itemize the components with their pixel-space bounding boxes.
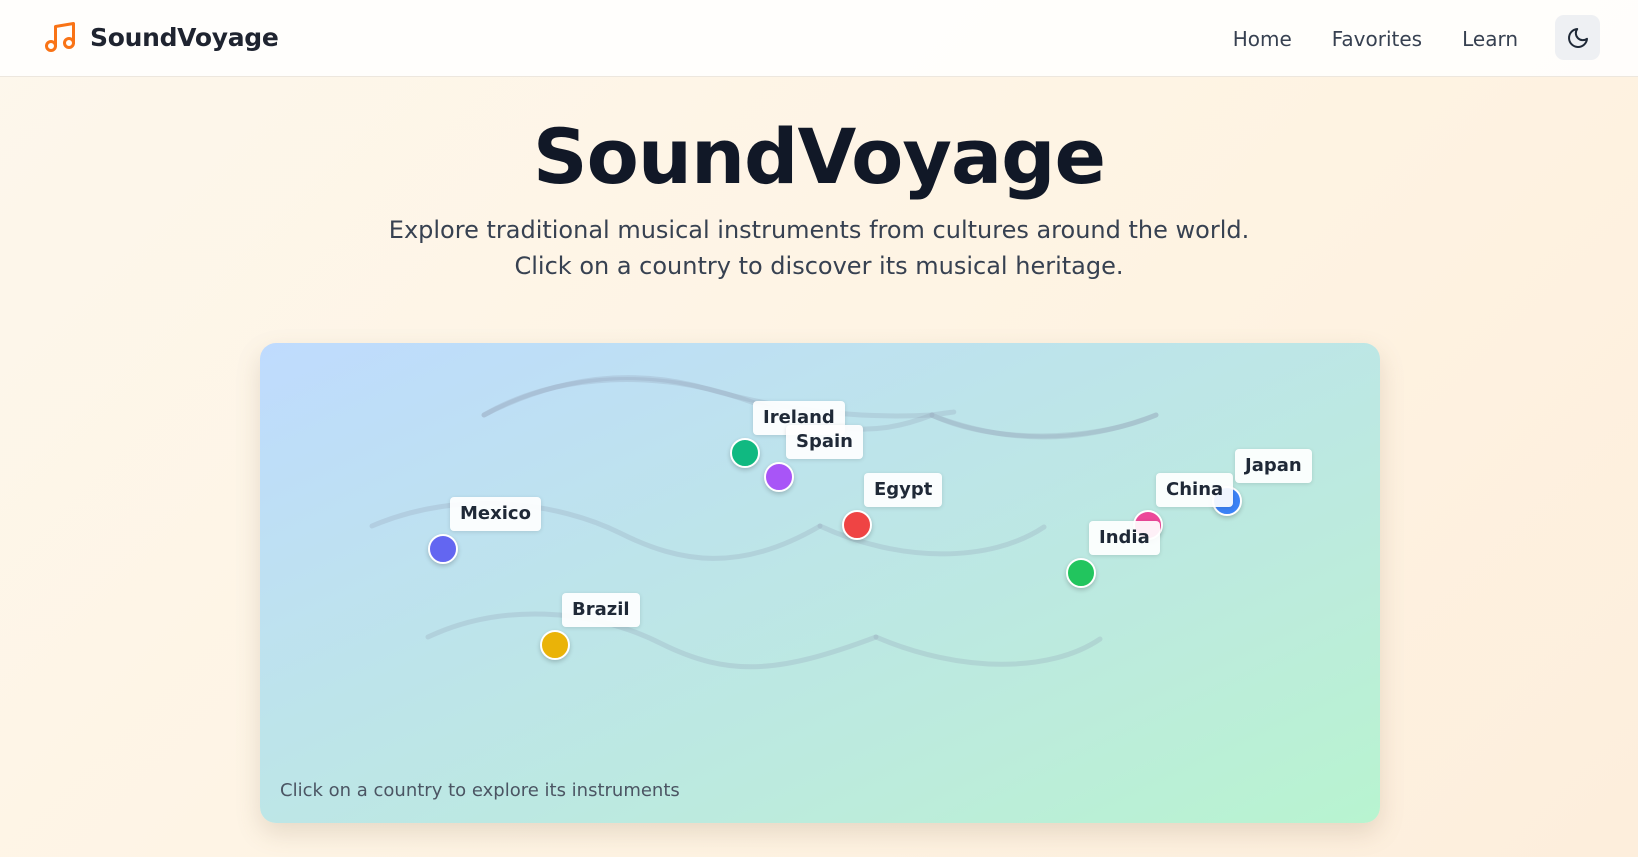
theme-toggle-button[interactable]	[1555, 15, 1600, 60]
brand-logo[interactable]: SoundVoyage	[42, 19, 279, 55]
moon-icon	[1567, 27, 1588, 48]
country-label-china[interactable]: China	[1156, 473, 1234, 507]
subtitle-line-2: Click on a country to discover its music…	[514, 252, 1124, 280]
nav-link-learn[interactable]: Learn	[1462, 27, 1518, 51]
page-title: SoundVoyage	[532, 112, 1106, 201]
nav-link-home[interactable]: Home	[1233, 27, 1292, 51]
world-map: Ireland Spain Egypt Mexico Brazil India …	[260, 343, 1380, 823]
brand-name: SoundVoyage	[90, 22, 279, 52]
country-label-japan[interactable]: Japan	[1235, 449, 1312, 483]
navbar: SoundVoyage Home Favorites Learn	[0, 0, 1638, 77]
subtitle-line-1: Explore traditional musical instruments …	[388, 216, 1250, 244]
nav-links: Home Favorites Learn	[1233, 0, 1518, 77]
page-subtitle: Explore traditional musical instruments …	[0, 212, 1638, 284]
country-label-mexico[interactable]: Mexico	[450, 497, 541, 531]
country-label-egypt[interactable]: Egypt	[864, 473, 943, 507]
country-marker-ireland[interactable]	[730, 438, 760, 468]
country-marker-egypt[interactable]	[842, 510, 872, 540]
country-marker-mexico[interactable]	[428, 534, 458, 564]
nav-link-favorites[interactable]: Favorites	[1332, 27, 1422, 51]
country-marker-india[interactable]	[1066, 558, 1096, 588]
map-hint: Click on a country to explore its instru…	[280, 780, 680, 801]
country-marker-brazil[interactable]	[540, 630, 570, 660]
country-label-brazil[interactable]: Brazil	[562, 593, 640, 627]
country-label-india[interactable]: India	[1089, 521, 1160, 555]
country-marker-spain[interactable]	[764, 462, 794, 492]
country-label-spain[interactable]: Spain	[786, 425, 863, 459]
music-note-icon	[45, 22, 75, 52]
